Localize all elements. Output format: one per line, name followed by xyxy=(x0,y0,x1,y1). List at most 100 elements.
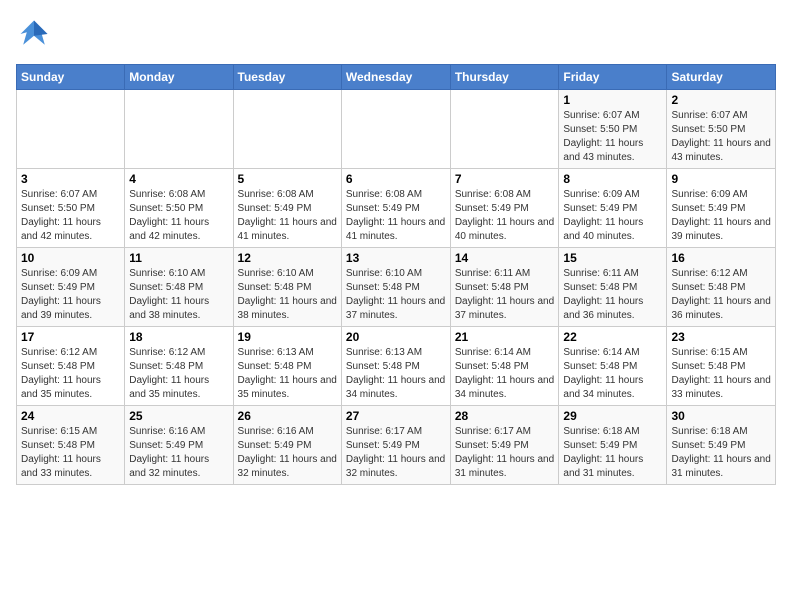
calendar-cell: 28Sunrise: 6:17 AM Sunset: 5:49 PM Dayli… xyxy=(450,406,559,485)
day-info: Sunrise: 6:08 AM Sunset: 5:49 PM Dayligh… xyxy=(455,188,555,244)
calendar-cell: 16Sunrise: 6:12 AM Sunset: 5:48 PM Dayli… xyxy=(667,248,776,327)
calendar-cell: 8 Sunrise: 6:09 AM Sunset: 5:49 PM Daylig… xyxy=(559,169,667,248)
day-number: 14 xyxy=(455,251,555,265)
day-number: 25 xyxy=(129,409,228,423)
day-info: Sunrise: 6:15 AM Sunset: 5:48 PM Dayligh… xyxy=(21,425,120,481)
weekday-header-sunday: Sunday xyxy=(17,65,125,90)
weekday-header-wednesday: Wednesday xyxy=(341,65,450,90)
calendar-cell: 24 Sunrise: 6:15 AM Sunset: 5:48 PM Dayli… xyxy=(17,406,125,485)
day-number: 17 xyxy=(21,330,120,344)
day-info: Sunrise: 6:07 AM Sunset: 5:50 PM Dayligh… xyxy=(21,188,120,244)
day-info: Sunrise: 6:18 AM Sunset: 5:49 PM Dayligh… xyxy=(563,425,662,481)
day-number: 4 xyxy=(129,172,228,186)
day-info: Sunrise: 6:14 AM Sunset: 5:48 PM Dayligh… xyxy=(455,346,555,402)
day-number: 11 xyxy=(129,251,228,265)
calendar-cell: 26 Sunrise: 6:16 AM Sunset: 5:49 PM Dayli… xyxy=(233,406,341,485)
day-number: 29 xyxy=(563,409,662,423)
calendar-cell: 21 Sunrise: 6:14 AM Sunset: 5:48 PM Dayli… xyxy=(450,327,559,406)
day-number: 24 xyxy=(21,409,120,423)
logo xyxy=(16,16,58,52)
calendar-cell: 29 Sunrise: 6:18 AM Sunset: 5:49 PM Dayli… xyxy=(559,406,667,485)
day-info: Sunrise: 6:12 AM Sunset: 5:48 PM Dayligh… xyxy=(129,346,228,402)
weekday-header-monday: Monday xyxy=(125,65,233,90)
day-number: 21 xyxy=(455,330,555,344)
calendar-cell xyxy=(233,90,341,169)
page-header xyxy=(16,16,776,52)
calendar-cell xyxy=(450,90,559,169)
day-info: Sunrise: 6:17 AM Sunset: 5:49 PM Dayligh… xyxy=(455,425,555,481)
calendar-cell: 20 Sunrise: 6:13 AM Sunset: 5:48 PM Dayli… xyxy=(341,327,450,406)
weekday-header-friday: Friday xyxy=(559,65,667,90)
day-number: 22 xyxy=(563,330,662,344)
day-number: 16 xyxy=(671,251,771,265)
calendar-header: SundayMondayTuesdayWednesdayThursdayFrid… xyxy=(17,65,776,90)
day-info: Sunrise: 6:12 AM Sunset: 5:48 PM Dayligh… xyxy=(21,346,120,402)
calendar-cell: 13 Sunrise: 6:10 AM Sunset: 5:48 PM Dayli… xyxy=(341,248,450,327)
day-number: 26 xyxy=(238,409,337,423)
day-info: Sunrise: 6:10 AM Sunset: 5:48 PM Dayligh… xyxy=(238,267,337,323)
day-number: 9 xyxy=(671,172,771,186)
weekday-header-thursday: Thursday xyxy=(450,65,559,90)
day-number: 6 xyxy=(346,172,446,186)
day-info: Sunrise: 6:08 AM Sunset: 5:49 PM Dayligh… xyxy=(346,188,446,244)
weekday-header-tuesday: Tuesday xyxy=(233,65,341,90)
calendar-cell: 17 Sunrise: 6:12 AM Sunset: 5:48 PM Dayli… xyxy=(17,327,125,406)
day-info: Sunrise: 6:15 AM Sunset: 5:48 PM Dayligh… xyxy=(671,346,771,402)
calendar-cell: 22 Sunrise: 6:14 AM Sunset: 5:48 PM Dayli… xyxy=(559,327,667,406)
calendar-cell: 19 Sunrise: 6:13 AM Sunset: 5:48 PM Dayli… xyxy=(233,327,341,406)
calendar-cell xyxy=(341,90,450,169)
calendar-cell: 3Sunrise: 6:07 AM Sunset: 5:50 PM Daylig… xyxy=(17,169,125,248)
calendar-cell: 11 Sunrise: 6:10 AM Sunset: 5:48 PM Dayli… xyxy=(125,248,233,327)
calendar-cell: 9 Sunrise: 6:09 AM Sunset: 5:49 PM Daylig… xyxy=(667,169,776,248)
day-number: 7 xyxy=(455,172,555,186)
calendar-cell: 6 Sunrise: 6:08 AM Sunset: 5:49 PM Daylig… xyxy=(341,169,450,248)
day-info: Sunrise: 6:10 AM Sunset: 5:48 PM Dayligh… xyxy=(346,267,446,323)
day-number: 2 xyxy=(671,93,771,107)
day-number: 20 xyxy=(346,330,446,344)
calendar-cell xyxy=(17,90,125,169)
day-info: Sunrise: 6:13 AM Sunset: 5:48 PM Dayligh… xyxy=(346,346,446,402)
day-info: Sunrise: 6:09 AM Sunset: 5:49 PM Dayligh… xyxy=(21,267,120,323)
day-info: Sunrise: 6:18 AM Sunset: 5:49 PM Dayligh… xyxy=(671,425,771,481)
day-number: 30 xyxy=(671,409,771,423)
calendar-cell: 18 Sunrise: 6:12 AM Sunset: 5:48 PM Dayli… xyxy=(125,327,233,406)
day-number: 10 xyxy=(21,251,120,265)
day-info: Sunrise: 6:16 AM Sunset: 5:49 PM Dayligh… xyxy=(129,425,228,481)
calendar-week-row: 10 Sunrise: 6:09 AM Sunset: 5:49 PM Dayli… xyxy=(17,248,776,327)
day-info: Sunrise: 6:10 AM Sunset: 5:48 PM Dayligh… xyxy=(129,267,228,323)
day-number: 13 xyxy=(346,251,446,265)
day-number: 18 xyxy=(129,330,228,344)
day-info: Sunrise: 6:09 AM Sunset: 5:49 PM Dayligh… xyxy=(671,188,771,244)
weekday-header-row: SundayMondayTuesdayWednesdayThursdayFrid… xyxy=(17,65,776,90)
logo-icon xyxy=(16,16,52,52)
calendar-cell: 7 Sunrise: 6:08 AM Sunset: 5:49 PM Daylig… xyxy=(450,169,559,248)
day-number: 23 xyxy=(671,330,771,344)
day-number: 8 xyxy=(563,172,662,186)
day-number: 15 xyxy=(563,251,662,265)
calendar-cell: 27 Sunrise: 6:17 AM Sunset: 5:49 PM Dayli… xyxy=(341,406,450,485)
day-info: Sunrise: 6:16 AM Sunset: 5:49 PM Dayligh… xyxy=(238,425,337,481)
day-number: 27 xyxy=(346,409,446,423)
day-info: Sunrise: 6:07 AM Sunset: 5:50 PM Dayligh… xyxy=(671,109,771,165)
calendar-cell: 10 Sunrise: 6:09 AM Sunset: 5:49 PM Dayli… xyxy=(17,248,125,327)
calendar-cell: 12Sunrise: 6:10 AM Sunset: 5:48 PM Dayli… xyxy=(233,248,341,327)
day-info: Sunrise: 6:17 AM Sunset: 5:49 PM Dayligh… xyxy=(346,425,446,481)
calendar-week-row: 1Sunrise: 6:07 AM Sunset: 5:50 PM Daylig… xyxy=(17,90,776,169)
calendar-week-row: 24 Sunrise: 6:15 AM Sunset: 5:48 PM Dayli… xyxy=(17,406,776,485)
day-info: Sunrise: 6:08 AM Sunset: 5:49 PM Dayligh… xyxy=(238,188,337,244)
day-number: 5 xyxy=(238,172,337,186)
calendar-cell: 30 Sunrise: 6:18 AM Sunset: 5:49 PM Dayli… xyxy=(667,406,776,485)
calendar-body: 1Sunrise: 6:07 AM Sunset: 5:50 PM Daylig… xyxy=(17,90,776,485)
day-info: Sunrise: 6:09 AM Sunset: 5:49 PM Dayligh… xyxy=(563,188,662,244)
calendar-cell: 5 Sunrise: 6:08 AM Sunset: 5:49 PM Daylig… xyxy=(233,169,341,248)
day-number: 19 xyxy=(238,330,337,344)
weekday-header-saturday: Saturday xyxy=(667,65,776,90)
calendar-cell: 15 Sunrise: 6:11 AM Sunset: 5:48 PM Dayli… xyxy=(559,248,667,327)
day-info: Sunrise: 6:14 AM Sunset: 5:48 PM Dayligh… xyxy=(563,346,662,402)
calendar-cell: 1Sunrise: 6:07 AM Sunset: 5:50 PM Daylig… xyxy=(559,90,667,169)
calendar-cell: 2 Sunrise: 6:07 AM Sunset: 5:50 PM Daylig… xyxy=(667,90,776,169)
day-info: Sunrise: 6:13 AM Sunset: 5:48 PM Dayligh… xyxy=(238,346,337,402)
day-info: Sunrise: 6:11 AM Sunset: 5:48 PM Dayligh… xyxy=(563,267,662,323)
day-info: Sunrise: 6:07 AM Sunset: 5:50 PM Dayligh… xyxy=(563,109,662,165)
calendar-week-row: 3Sunrise: 6:07 AM Sunset: 5:50 PM Daylig… xyxy=(17,169,776,248)
